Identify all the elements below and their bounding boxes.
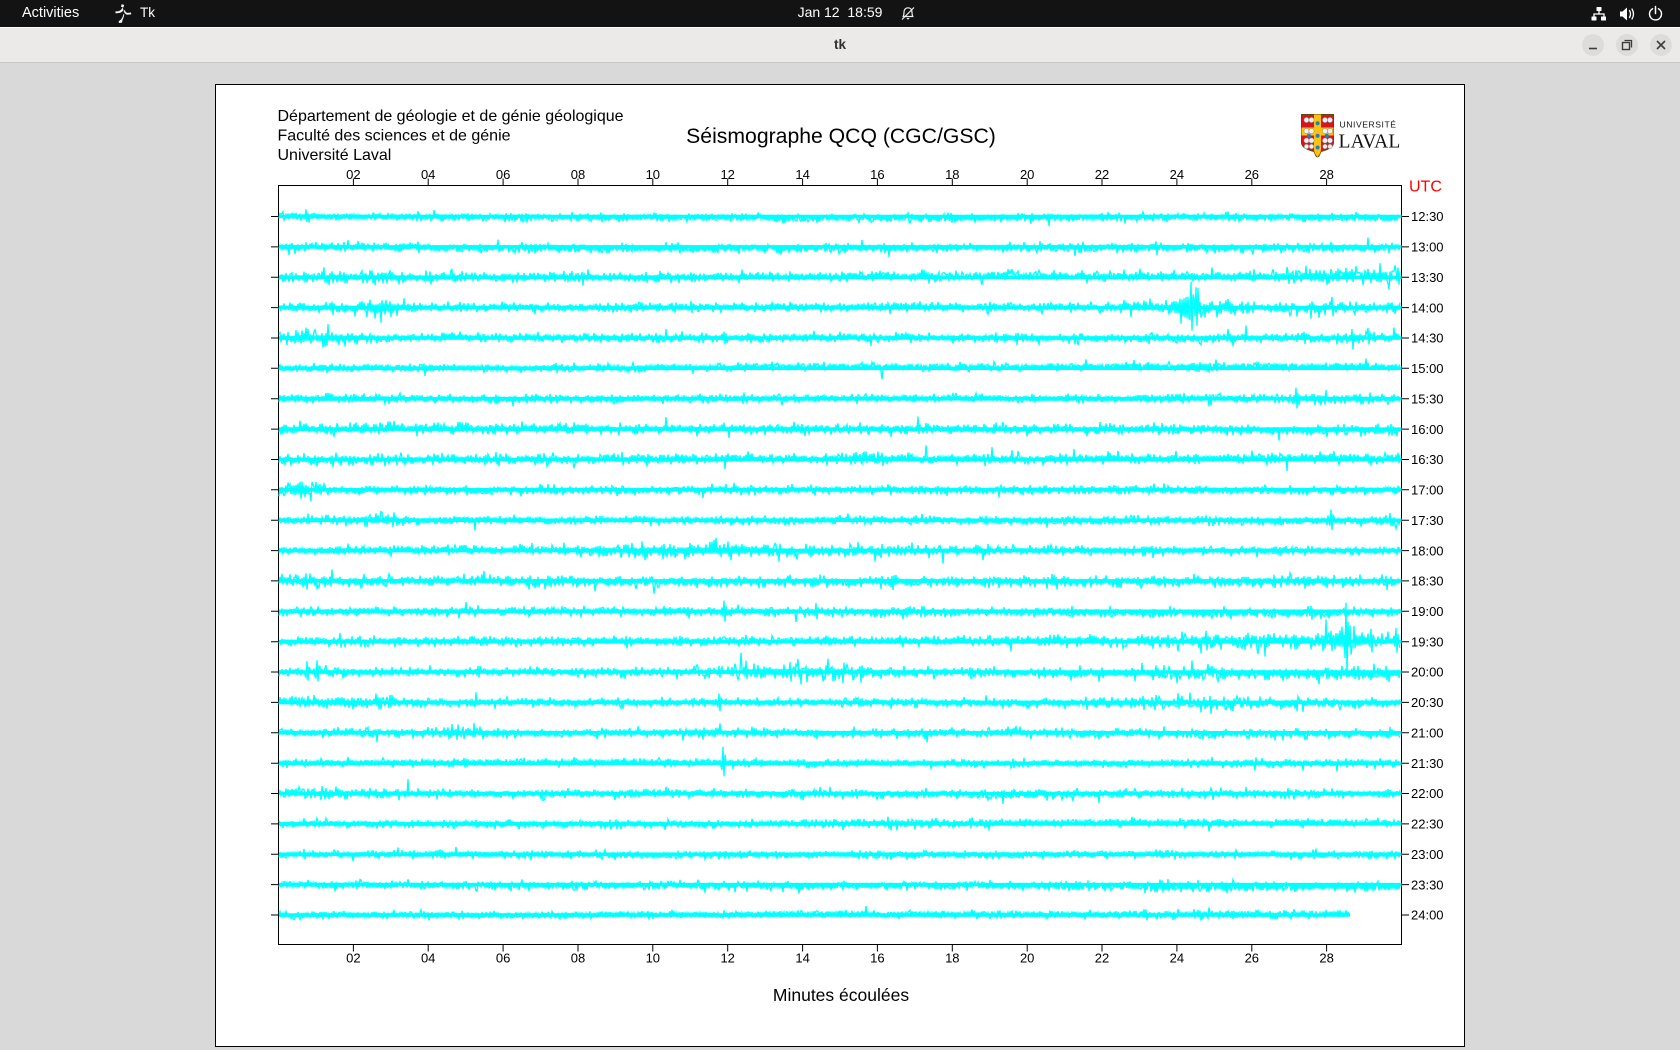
svg-text:18:00: 18:00 [1411,543,1444,558]
svg-text:Département de géologie et de: Département de géologie et de génie géol… [278,108,624,125]
svg-text:23:00: 23:00 [1411,847,1444,862]
svg-text:14:30: 14:30 [1411,331,1444,346]
svg-text:12:30: 12:30 [1411,209,1444,224]
svg-text:19:00: 19:00 [1411,604,1444,619]
svg-text:Séismographe QCQ (CGC/GSC): Séismographe QCQ (CGC/GSC) [686,125,996,148]
svg-text:UTC: UTC [1409,179,1442,196]
svg-text:21:00: 21:00 [1411,726,1444,741]
svg-text:16: 16 [870,951,884,966]
svg-text:26: 26 [1245,951,1259,966]
svg-text:Minutes écoulées: Minutes écoulées [773,985,909,1005]
svg-text:17:30: 17:30 [1411,513,1444,528]
svg-text:14: 14 [795,951,809,966]
svg-text:13:00: 13:00 [1411,240,1444,255]
svg-text:28: 28 [1319,951,1333,966]
svg-text:24:00: 24:00 [1411,908,1444,923]
svg-text:15:30: 15:30 [1411,391,1444,406]
svg-text:21:30: 21:30 [1411,756,1444,771]
svg-text:LAVAL: LAVAL [1339,132,1401,153]
svg-text:22:30: 22:30 [1411,817,1444,832]
svg-text:23:30: 23:30 [1411,877,1444,892]
svg-text:20:00: 20:00 [1411,665,1444,680]
svg-text:UNIVERSITÉ: UNIVERSITÉ [1340,120,1397,130]
svg-text:06: 06 [496,951,510,966]
svg-text:04: 04 [421,951,435,966]
svg-text:12: 12 [720,951,734,966]
svg-text:24: 24 [1170,951,1184,966]
svg-text:18: 18 [945,951,959,966]
svg-text:Faculté des sciences et de gén: Faculté des sciences et de génie [278,128,511,145]
svg-text:10: 10 [646,951,660,966]
svg-text:16:00: 16:00 [1411,422,1444,437]
svg-text:15:00: 15:00 [1411,361,1444,376]
svg-text:20:30: 20:30 [1411,695,1444,710]
svg-text:22: 22 [1095,951,1109,966]
svg-text:17:00: 17:00 [1411,483,1444,498]
svg-text:19:30: 19:30 [1411,634,1444,649]
svg-text:22:00: 22:00 [1411,786,1444,801]
svg-text:18:30: 18:30 [1411,574,1444,589]
svg-text:Université Laval: Université Laval [278,147,392,164]
svg-text:02: 02 [346,951,360,966]
svg-text:08: 08 [571,951,585,966]
svg-text:16:30: 16:30 [1411,452,1444,467]
svg-text:20: 20 [1020,951,1034,966]
svg-text:14:00: 14:00 [1411,300,1444,315]
svg-text:13:30: 13:30 [1411,270,1444,285]
